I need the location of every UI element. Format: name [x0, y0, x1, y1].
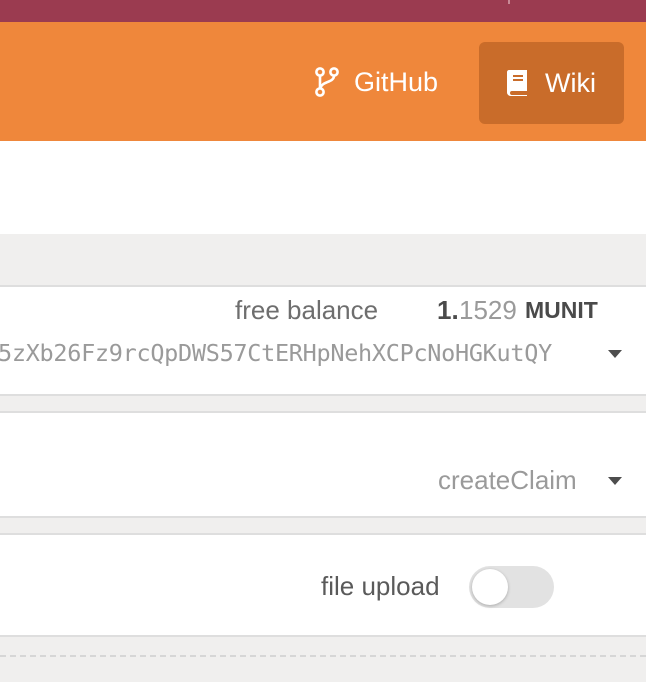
- code-branch-icon: [314, 67, 340, 97]
- dashed-divider: [0, 655, 646, 657]
- book-icon: [506, 69, 530, 97]
- content-header: [0, 141, 646, 234]
- balance-integer: 1.: [437, 295, 459, 325]
- chevron-down-icon[interactable]: [608, 350, 622, 358]
- chevron-down-icon[interactable]: [608, 477, 622, 485]
- navbar: GitHub Wiki: [0, 22, 646, 141]
- file-upload-label: file upload: [321, 571, 440, 601]
- toggle-knob[interactable]: [472, 569, 508, 605]
- github-link[interactable]: GitHub: [314, 64, 438, 100]
- top-strip-mark: [508, 0, 510, 4]
- method-selector[interactable]: createClaim: [0, 411, 646, 518]
- github-label: GitHub: [354, 66, 439, 97]
- top-strip: [0, 0, 646, 22]
- wiki-label: Wiki: [545, 67, 596, 98]
- balance-decimal: 1529: [459, 295, 517, 325]
- balance-label: free balance: [235, 295, 379, 325]
- balance-unit: MUNIT: [525, 297, 598, 323]
- file-upload-row: file upload: [0, 533, 646, 637]
- account-address[interactable]: 5zXb26Fz9rcQpDWS57CtERHpNehXCPcNoHGKutQY: [0, 339, 552, 367]
- file-upload-toggle[interactable]: [469, 566, 554, 608]
- account-selector[interactable]: free balance 1. 1529 MUNIT 5zXb26Fz9rcQp…: [0, 285, 646, 396]
- wiki-link[interactable]: Wiki: [479, 42, 624, 124]
- method-value[interactable]: createClaim: [438, 465, 577, 496]
